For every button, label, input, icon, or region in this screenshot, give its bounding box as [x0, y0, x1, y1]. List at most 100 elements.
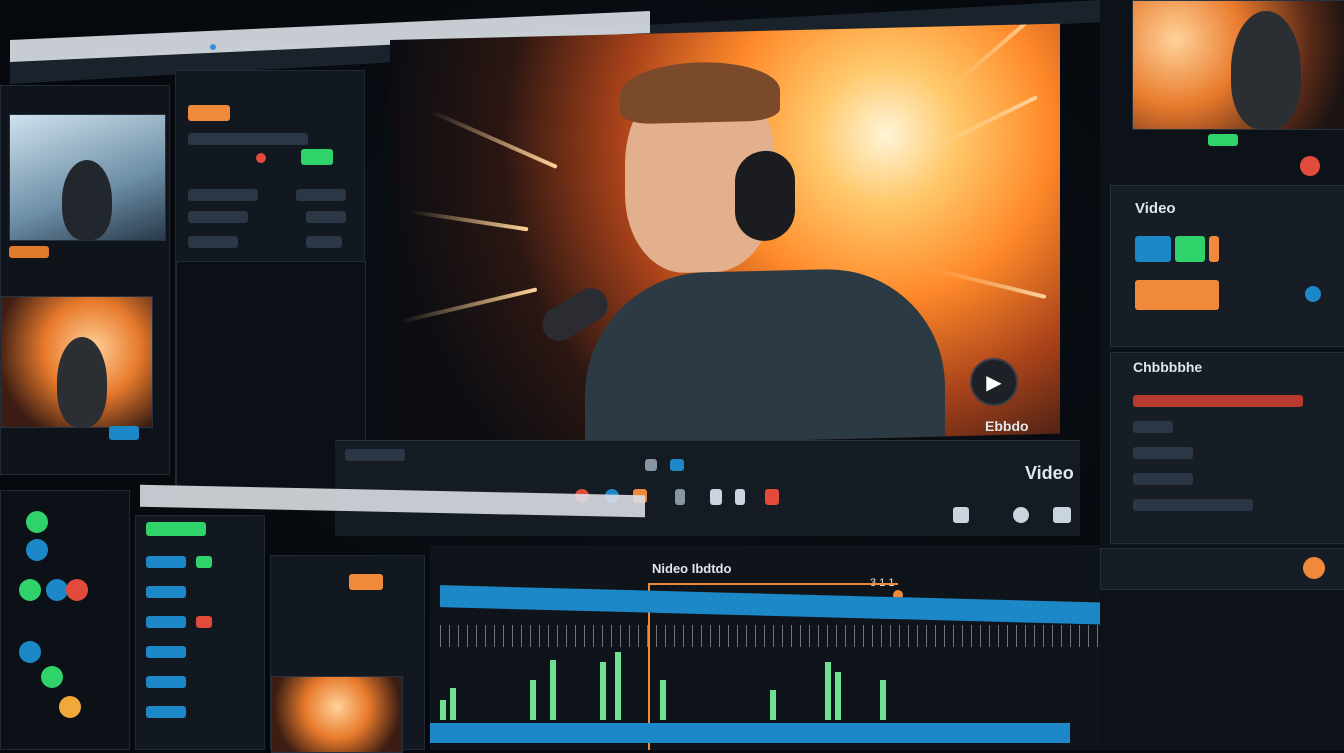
marker-icon[interactable] — [645, 459, 657, 471]
singer-hair — [620, 60, 780, 125]
clip-tag — [9, 246, 49, 258]
meter-led — [41, 666, 63, 688]
light-ray — [409, 209, 529, 232]
person-icon — [57, 337, 107, 427]
property-row — [188, 133, 308, 145]
source-status-button[interactable] — [1208, 134, 1238, 146]
viewer-overlay-label: Ebbdo — [985, 418, 1029, 434]
step-back-button[interactable] — [675, 489, 685, 505]
light-ray — [948, 23, 1036, 90]
light-ray — [929, 266, 1047, 299]
track-enable-button[interactable] — [146, 522, 206, 536]
status-indicator-icon — [1303, 557, 1325, 579]
settings-button[interactable] — [1013, 507, 1029, 523]
meter-led — [19, 641, 41, 663]
video-section-title: Video — [1135, 200, 1176, 217]
property-value — [306, 236, 342, 248]
color-swatch-blue[interactable] — [1135, 236, 1171, 262]
audio-track-clip[interactable] — [430, 723, 1070, 743]
right-sidebar: Video Chbbbbhe — [1100, 0, 1344, 750]
wave-bar — [770, 690, 776, 720]
video-settings-panel: Video — [1110, 185, 1344, 347]
meter-led — [19, 579, 41, 601]
wave-bar — [550, 660, 556, 720]
meter-led — [66, 579, 88, 601]
meter-led — [46, 579, 68, 601]
wave-bar — [880, 680, 886, 720]
track-headers — [135, 515, 265, 750]
clip-thumbnail[interactable] — [271, 676, 403, 753]
solo-toggle[interactable] — [196, 616, 212, 628]
wave-bar — [660, 680, 666, 720]
meter-led — [26, 511, 48, 533]
clip-title: Nideo Ibdtdo — [652, 561, 732, 576]
wave-bar — [530, 680, 536, 720]
viewer-title — [345, 449, 405, 461]
program-viewer — [390, 23, 1060, 451]
out-point-button[interactable] — [765, 489, 779, 505]
effect-row-active[interactable] — [1133, 395, 1303, 407]
media-bin — [0, 85, 170, 475]
in-out-range — [648, 583, 898, 585]
wave-bar — [825, 662, 831, 720]
track-name — [146, 646, 186, 658]
step-forward-button[interactable] — [735, 489, 745, 505]
wave-bar — [440, 700, 446, 720]
clip-inspector — [270, 555, 425, 753]
media-thumbnail-2[interactable] — [1, 296, 153, 428]
headphones-icon — [735, 150, 795, 242]
import-button[interactable] — [109, 426, 139, 440]
slider-track[interactable] — [188, 189, 258, 201]
export-button[interactable] — [1053, 507, 1071, 523]
effects-section-title: Chbbbbhe — [1133, 359, 1203, 375]
color-swatch-green[interactable] — [1175, 236, 1205, 262]
singer-shirt — [585, 266, 945, 451]
bottom-right-bar — [1100, 548, 1344, 590]
effect-row[interactable] — [1133, 499, 1253, 511]
property-value — [306, 211, 346, 223]
mute-toggle[interactable] — [196, 556, 212, 568]
light-ray — [909, 95, 1038, 162]
info-icon[interactable] — [1305, 286, 1321, 302]
record-icon — [256, 153, 266, 163]
fullscreen-button[interactable] — [953, 507, 969, 523]
property-value — [296, 189, 346, 201]
effect-button[interactable] — [188, 105, 230, 121]
source-preview[interactable] — [1132, 0, 1344, 130]
track-name — [146, 556, 186, 568]
apply-button[interactable] — [1135, 280, 1219, 310]
property-row — [188, 236, 238, 248]
wave-bar — [600, 662, 606, 720]
track-name — [146, 586, 186, 598]
wave-bar — [450, 688, 456, 720]
play-icon[interactable]: ▶ — [970, 358, 1018, 406]
color-swatch-orange[interactable] — [1209, 236, 1219, 262]
enable-toggle[interactable] — [301, 149, 333, 165]
person-icon — [62, 160, 112, 240]
transport-video-label: Video — [1025, 463, 1074, 483]
effect-row[interactable] — [1133, 447, 1193, 459]
person-icon — [1231, 11, 1301, 129]
media-thumbnail-1[interactable] — [9, 114, 166, 241]
clip-color-button[interactable] — [349, 574, 383, 590]
menu-indicator-icon — [210, 44, 216, 50]
effects-panel: Chbbbbhe — [1110, 352, 1344, 544]
effect-row[interactable] — [1133, 421, 1173, 433]
track-name — [146, 616, 186, 628]
light-ray — [429, 109, 558, 169]
track-name — [146, 676, 186, 688]
wave-bar — [615, 652, 621, 720]
pause-button[interactable] — [710, 489, 722, 505]
property-row — [188, 211, 248, 223]
transport-bar: Video — [335, 440, 1080, 536]
track-name — [146, 706, 186, 718]
effect-row[interactable] — [1133, 473, 1193, 485]
record-icon[interactable] — [1300, 156, 1320, 176]
inspector-panel — [175, 70, 366, 491]
wave-bar — [835, 672, 841, 720]
audio-mixer — [0, 490, 130, 750]
meter-led — [59, 696, 81, 718]
audio-waveform — [440, 650, 1060, 720]
zoom-icon[interactable] — [670, 459, 684, 471]
meter-led — [26, 539, 48, 561]
